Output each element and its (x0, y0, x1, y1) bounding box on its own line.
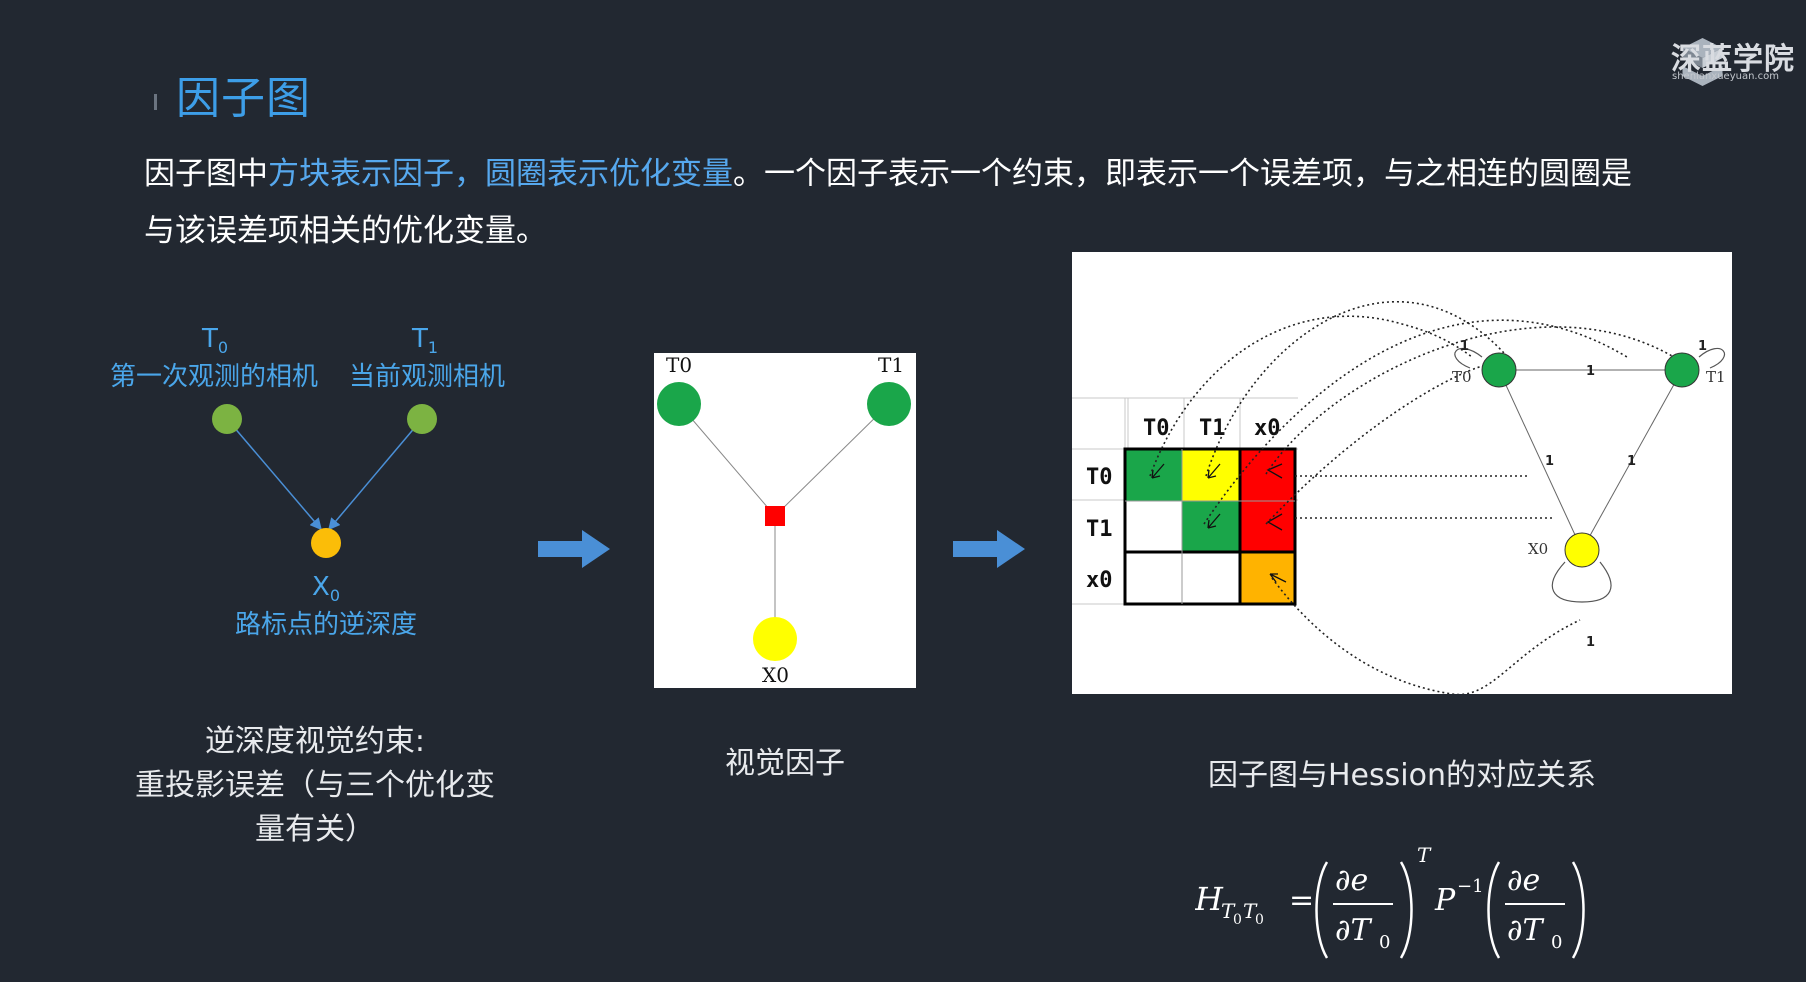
hessian-cell (1240, 552, 1295, 604)
formula-numerator-2: ∂e (1507, 863, 1540, 898)
hessian-cell (1125, 552, 1182, 604)
graph-x0-node (1564, 532, 1600, 568)
hessian-cell (1240, 501, 1295, 552)
formula-p-exp: −1 (1457, 876, 1484, 897)
edge-weight: 1 (1627, 454, 1636, 469)
left-caption-line-1: 逆深度视觉约束: (204, 724, 426, 759)
mid-caption: 视觉因子 (725, 746, 845, 781)
edge-t0-x0 (226, 418, 322, 531)
t1-symbol-sub: 1 (427, 338, 439, 358)
description-highlight: 方块表示因子，圆圈表示优化变量 (268, 156, 733, 192)
description-line-1: 因子图中方块表示因子，圆圈表示优化变量。一个因子表示一个约束，即表示一个误差项，… (144, 146, 1632, 202)
x0-symbol: X0 (312, 572, 340, 605)
hessian-cell (1125, 449, 1182, 501)
t1-node (867, 382, 911, 426)
x0-description: 路标点的逆深度 (234, 610, 417, 640)
hessian-cell (1182, 552, 1240, 604)
t0-symbol-sub: 0 (217, 338, 229, 358)
formula-transpose: T (1417, 843, 1432, 867)
left-caption-line-3: 量有关） (255, 812, 375, 847)
t0-node (212, 404, 242, 434)
arrow-right-icon (538, 530, 610, 568)
formula-denominator-idx-2: 0 (1551, 932, 1562, 953)
logo-url: shenlanxueyuan.com (1672, 71, 1779, 82)
t0-label: T0 (666, 353, 693, 377)
col-header-x0: x0 (1254, 416, 1281, 441)
x0-symbol-letter: X (312, 572, 330, 602)
edge-weight: 1 (1545, 454, 1554, 469)
visual-factor-graph (657, 382, 911, 661)
formula-p: P (1434, 883, 1456, 918)
t0-symbol-letter: T (202, 324, 218, 354)
title-accent-bar (154, 94, 157, 110)
graph-x0-label: X0 (1528, 540, 1548, 558)
formula-numerator: ∂e (1335, 863, 1368, 898)
edge-weight: 1 (1586, 364, 1595, 379)
arrow-right-icon (953, 530, 1025, 568)
formula-denominator-idx: 0 (1379, 932, 1390, 953)
row-header-x0: x0 (1086, 568, 1113, 593)
edge-weight: 1 (1460, 339, 1469, 354)
graph-t0-node (1481, 352, 1517, 388)
hessian-panel: T0 T1 x0 T0 T1 x0 T0 T1 X0 1 1 1 1 1 1 (1072, 252, 1732, 694)
formula-equals: = (1289, 883, 1314, 918)
description-text-a: 因子图中 (144, 156, 268, 192)
row-header-t1: T1 (1086, 517, 1113, 542)
hessian-cell (1240, 449, 1295, 501)
description-line-2: 与该误差项相关的优化变量。 (144, 213, 547, 249)
left-factor-sketch (212, 404, 437, 558)
page-title: 因子图 (176, 73, 311, 124)
x0-node (311, 528, 341, 558)
edge-t1-x0 (328, 418, 423, 531)
t0-node (657, 382, 701, 426)
t1-node (407, 404, 437, 434)
hessian-cell (1125, 501, 1182, 552)
x0-node (753, 617, 797, 661)
edge-weight: 1 (1698, 339, 1707, 354)
hessian-formula: H T 0 T 0 = ∂e ∂T 0 T P −1 ∂e ∂T 0 (1195, 843, 1585, 959)
factor-square (765, 506, 785, 526)
left-caption-line-2: 重投影误差（与三个优化变 (135, 768, 495, 803)
t1-symbol-letter: T (412, 324, 428, 354)
graph-t0-label: T0 (1452, 368, 1472, 386)
left-caption: 逆深度视觉约束: 重投影误差（与三个优化变 量有关） (110, 716, 520, 848)
formula-lhs-sub2-idx: 0 (1255, 912, 1264, 928)
formula-lhs: H (1195, 880, 1224, 918)
formula-denominator: ∂T (1335, 913, 1373, 948)
t0-symbol: T0 (202, 324, 228, 357)
t1-symbol: T1 (412, 324, 438, 357)
row-header-t0: T0 (1086, 465, 1113, 490)
x0-label: X0 (762, 663, 789, 687)
col-header-t0: T0 (1143, 416, 1170, 441)
t1-label: T1 (878, 353, 905, 377)
formula-denominator-2: ∂T (1507, 913, 1545, 948)
formula-lhs-sub1-idx: 0 (1233, 912, 1242, 928)
hessian-factor-graph: T0 T1 x0 T0 T1 x0 T0 T1 X0 1 1 1 1 1 1 (1072, 301, 1726, 694)
hessian-cell (1182, 501, 1240, 552)
edge-weight: 1 (1586, 635, 1595, 650)
visual-factor-panel: T0 T1 X0 (654, 353, 916, 688)
right-caption: 因子图与Hession的对应关系 (1208, 758, 1596, 793)
description-text-c: 。一个因子表示一个约束，即表示一个误差项，与之相连的圆圈是 (733, 156, 1632, 192)
x0-symbol-sub: 0 (329, 586, 340, 606)
graph-t1-label: T1 (1706, 368, 1726, 386)
graph-t1-node (1664, 352, 1700, 388)
